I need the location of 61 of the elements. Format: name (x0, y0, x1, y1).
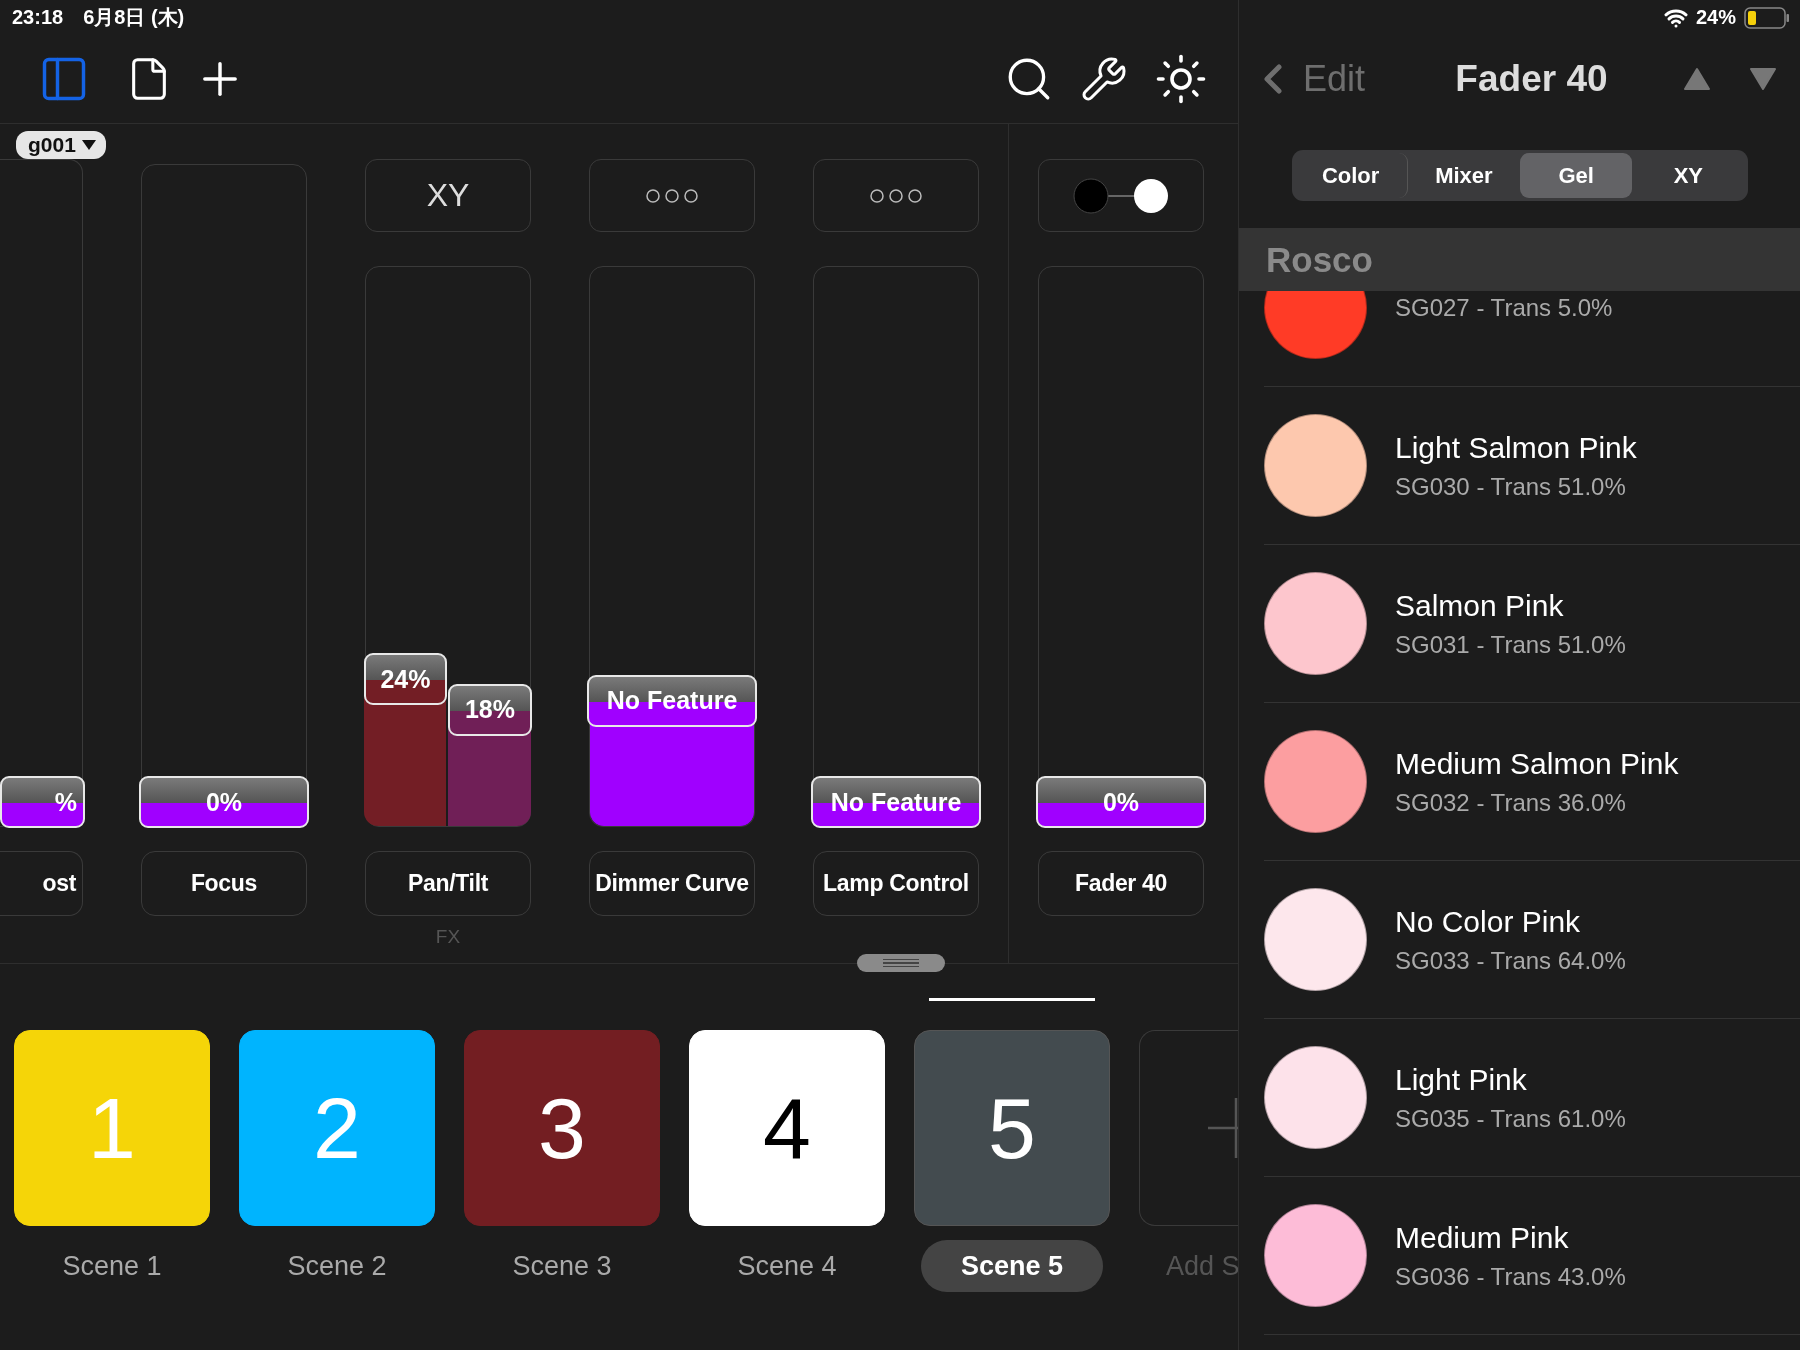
gel-row[interactable]: Medium Pink SG036 - Trans 43.0% (1264, 1177, 1800, 1335)
gel-name: Medium Salmon Pink (1395, 746, 1679, 781)
gel-name: Light Salmon Pink (1395, 430, 1637, 465)
scene-name[interactable]: Scene 2 (247, 1240, 427, 1292)
add-scene-tile[interactable] (1139, 1030, 1238, 1226)
gel-code: SG030 - Trans 51.0% (1395, 472, 1627, 501)
scene-name[interactable]: Scene 5 (920, 1240, 1104, 1292)
fader-label[interactable]: Fader 40 (1038, 851, 1204, 916)
next-icon[interactable] (1750, 67, 1776, 91)
scene-name[interactable]: Scene 4 (697, 1240, 877, 1292)
gel-row[interactable]: Light Salmon Pink SG030 - Trans 51.0% (1264, 387, 1800, 545)
three-dots-icon (645, 187, 699, 204)
fader-header[interactable]: XY (365, 159, 531, 232)
segment-tab[interactable]: Color (1294, 153, 1408, 198)
gel-row[interactable]: Medium Salmon Pink SG032 - Trans 36.0% (1264, 703, 1800, 861)
brightness-icon[interactable] (1154, 52, 1208, 106)
gel-code: SG032 - Trans 36.0% (1395, 788, 1627, 817)
gel-name: Salmon Pink (1395, 588, 1565, 623)
battery-percent: 24% (1695, 6, 1736, 29)
segment-tab[interactable]: XY (1632, 153, 1745, 198)
gel-code: SG031 - Trans 51.0% (1395, 630, 1626, 659)
gel-name: Light Pink (1395, 1062, 1528, 1097)
scene-tile[interactable]: 4 (689, 1030, 885, 1226)
battery-icon (1744, 6, 1790, 29)
gel-row[interactable]: No Color Pink SG033 - Trans 64.0% (1264, 861, 1800, 1019)
fader-header[interactable] (1038, 159, 1204, 232)
status-date: 6月8日 (木) (83, 5, 185, 30)
gel-name: No Color Pink (1395, 904, 1582, 939)
gel-code: SG035 - Trans 61.0% (1395, 1104, 1626, 1133)
fader-label[interactable]: Pan/Tilt (365, 851, 531, 916)
fader-label[interactable]: Dimmer Curve (589, 851, 755, 916)
wrench-icon[interactable] (1080, 55, 1128, 103)
fader-label[interactable]: ost (0, 851, 83, 916)
three-dots-icon (869, 187, 923, 204)
gel-code: SG036 - Trans 43.0% (1395, 1262, 1626, 1291)
fader-handle[interactable]: 24% (364, 653, 447, 706)
toggle-icon (1071, 175, 1171, 216)
segment-tab[interactable]: Mixer (1407, 153, 1520, 198)
gel-name: Medium Pink (1395, 1220, 1570, 1255)
fader-label[interactable]: Focus (141, 851, 307, 916)
gel-row[interactable]: SG027 - Trans 5.0% (1264, 291, 1800, 387)
section-header: Rosco (1239, 228, 1800, 291)
segment-tab[interactable]: Gel (1520, 153, 1633, 198)
scene-name[interactable]: Scene 1 (22, 1240, 202, 1292)
status-time: 23:18 (12, 6, 64, 29)
scene-name[interactable]: Scene 3 (472, 1240, 652, 1292)
drag-handle[interactable] (857, 954, 945, 972)
caret-icon (81, 140, 96, 150)
gel-code: SG027 - Trans 5.0% (1395, 293, 1613, 322)
plus-icon (1208, 1098, 1238, 1158)
fader-caption: FX (434, 926, 462, 948)
fader-label[interactable]: Lamp Control (813, 851, 979, 916)
gel-row[interactable]: Light Pink SG035 - Trans 61.0% (1264, 1019, 1800, 1177)
scene-tile[interactable]: 3 (464, 1030, 660, 1226)
nav-title: Fader 40 (1454, 58, 1609, 100)
group-selector[interactable]: g001 (16, 131, 106, 159)
scene-tile[interactable]: 5 (914, 1030, 1110, 1226)
gel-row[interactable]: Salmon Pink SG031 - Trans 51.0% (1264, 545, 1800, 703)
fader-handle[interactable]: 18% (448, 683, 532, 736)
gel-code: SG033 - Trans 64.0% (1395, 946, 1626, 975)
previous-icon[interactable] (1684, 67, 1710, 91)
